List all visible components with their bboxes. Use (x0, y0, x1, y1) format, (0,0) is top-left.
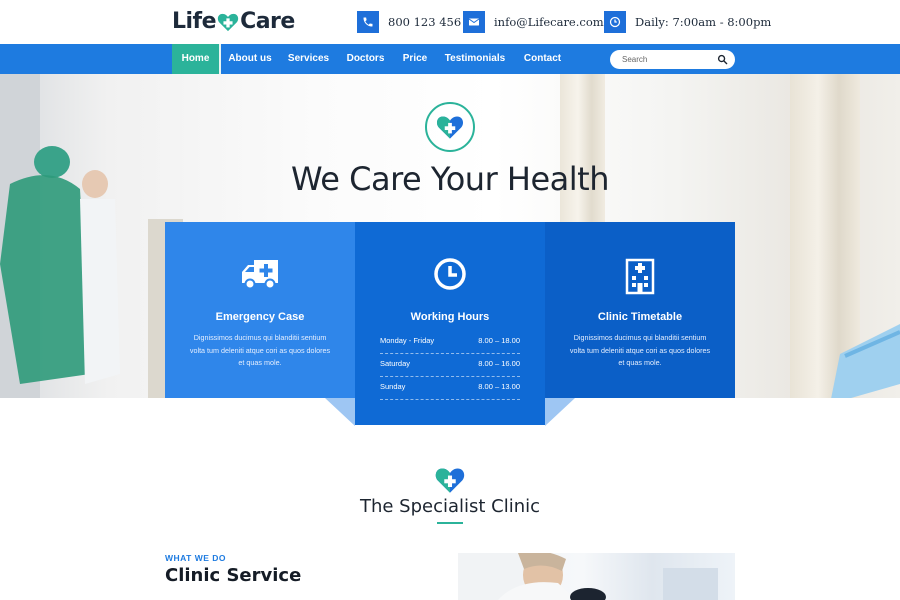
ambulance-icon (242, 260, 278, 290)
opening-hours: Daily: 7:00am - 8:00pm (635, 15, 772, 29)
clinic-timetable-card: Clinic Timetable Dignissimos ducimus qui… (545, 222, 735, 398)
card-wing-left (325, 398, 355, 426)
nav-item-home[interactable]: Home (172, 44, 221, 76)
card-wing-right (545, 398, 575, 426)
card-title: Working Hours (410, 311, 490, 323)
nav-item-services[interactable]: Services (284, 44, 333, 74)
hero-bed-image (831, 324, 900, 398)
search-icon[interactable] (717, 54, 728, 65)
hours-row: Sunday 8.00 – 13.00 (380, 377, 520, 400)
hours-day: Monday - Friday (380, 336, 435, 345)
heart-cross-icon (217, 13, 239, 31)
hours-day: Sunday (380, 382, 406, 391)
section-eyebrow: WHAT WE DO (165, 553, 227, 563)
working-hours-card: Working Hours Monday - Friday 8.00 – 18.… (355, 222, 545, 425)
nav-item-contact[interactable]: Contact (520, 44, 565, 74)
nav-item-price[interactable]: Price (398, 44, 432, 74)
logo[interactable]: Life Care (172, 9, 295, 34)
hours-time: 8.00 – 16.00 (478, 359, 520, 368)
section-title: The Specialist Clinic (359, 496, 541, 517)
section-underline (437, 522, 463, 524)
hero-title: We Care Your Health (291, 160, 609, 198)
card-text: Dignissimos ducimus qui blanditii sentiu… (189, 333, 331, 367)
nav-item-testimonials[interactable]: Testimonials (443, 44, 507, 74)
contact-phone[interactable]: 800 123 456 (357, 11, 461, 33)
contact-email[interactable]: info@Lifecare.com (463, 11, 604, 33)
phone-icon (357, 11, 379, 33)
doctor-image (458, 553, 718, 600)
card-title: Clinic Timetable (597, 311, 683, 323)
top-bar: Life Care 800 123 456 info@Lifecare.com … (0, 0, 900, 44)
email-address: info@Lifecare.com (494, 15, 604, 29)
hero-emblem (425, 102, 475, 152)
card-text: Dignissimos ducimus qui blanditii sentiu… (569, 333, 711, 367)
hours-table: Monday - Friday 8.00 – 18.00 Saturday 8.… (380, 331, 520, 400)
hours-time: 8.00 – 18.00 (478, 336, 520, 345)
logo-text-right: Care (240, 9, 295, 34)
heart-cross-icon (436, 116, 464, 139)
search-box (610, 50, 735, 69)
main-nav: Home About us Services Doctors Price Tes… (0, 44, 900, 76)
mail-icon (463, 11, 485, 33)
hospital-icon (625, 258, 655, 295)
hours-row: Saturday 8.00 – 16.00 (380, 354, 520, 377)
emergency-card: Emergency Case Dignissimos ducimus qui b… (165, 222, 355, 398)
hours-time: 8.00 – 13.00 (478, 382, 520, 391)
clock-icon (434, 258, 466, 290)
phone-number: 800 123 456 (388, 15, 462, 29)
nav-item-doctors[interactable]: Doctors (341, 44, 390, 74)
hours-day: Saturday (380, 359, 411, 368)
clock-icon (604, 11, 626, 33)
hours-row: Monday - Friday 8.00 – 18.00 (380, 331, 520, 354)
logo-text-left: Life (172, 9, 217, 34)
section-heading: Clinic Service (165, 565, 302, 586)
nav-item-about-us[interactable]: About us (224, 44, 276, 74)
clinic-service-image (458, 553, 735, 600)
search-input[interactable] (622, 53, 712, 66)
heart-cross-icon (435, 468, 465, 493)
card-title: Emergency Case (215, 311, 305, 323)
contact-hours: Daily: 7:00am - 8:00pm (604, 11, 771, 33)
